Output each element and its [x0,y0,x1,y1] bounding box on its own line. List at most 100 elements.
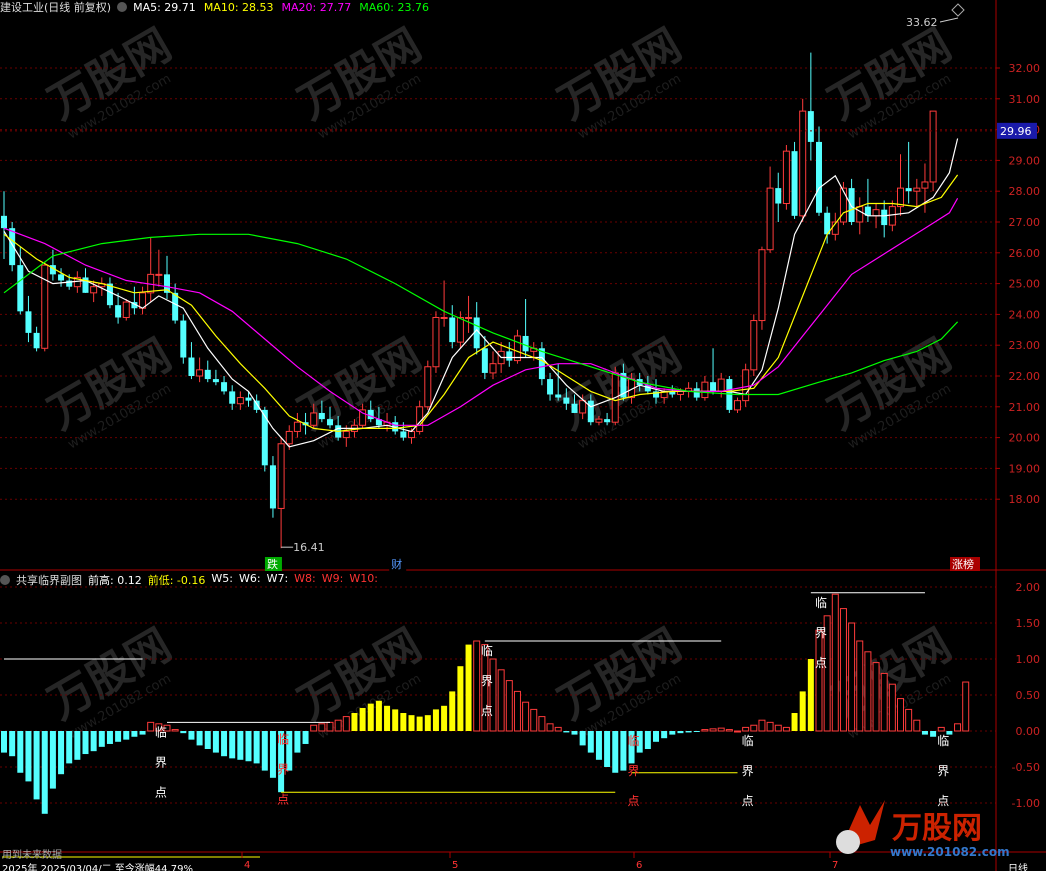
watermark-8: 万股网www.201082.com [40,619,180,742]
indicator-bar [310,724,318,732]
candle-body [506,351,513,361]
sub-indicator-5: W8: [294,572,316,585]
indicator-bar [171,729,179,732]
indicator-bar [661,731,668,739]
candle-body [277,443,285,509]
candle [473,302,480,355]
candle-body [872,209,880,217]
indicator-bar [261,731,268,771]
candle-body [758,249,766,322]
candle [1,191,7,259]
price-tick-label: 31.00 [1009,93,1041,106]
candle [897,154,904,216]
indicator-bar [489,658,497,732]
indicator-bar [188,731,195,740]
indicator-bar [180,731,187,734]
candle-body [791,151,798,216]
candle-body [221,382,228,392]
indicator-bar [432,709,439,731]
candle [33,326,40,352]
indicator-bar [799,691,806,731]
period-label[interactable]: 日线 [1008,860,1028,871]
candle [513,329,521,364]
indicator-bar [212,731,219,753]
candle [432,311,440,373]
event-marker: 涨榜 [952,557,974,571]
candle-body [33,332,40,349]
indicator-bar [41,731,48,814]
indicator-title[interactable]: 共享临界副图 [16,572,82,588]
candle [506,342,513,367]
indicator-bar [375,700,382,731]
candle [489,351,497,380]
candle-body [245,397,252,401]
candle-body [742,369,750,402]
indicator-bar [538,716,546,732]
price-tick-label: 18.00 [1009,493,1041,506]
indicator-bar [318,723,326,732]
sub-indicator-7: W10: [349,572,378,585]
low-price-label: 16.41 [293,541,325,554]
candle [25,295,32,343]
chart-canvas[interactable]: 万股网www.201082.com 万股网www.201082.com 万股网www… [0,0,1046,871]
sub-indicator-3: W6: [238,572,261,585]
candle [807,52,814,161]
candle [538,342,545,386]
candle-body [816,141,822,213]
indicator-tick-label: 0.00 [1016,725,1041,738]
indicator-bar [367,703,374,731]
indicator-bar [595,731,602,760]
candle-body [522,335,529,352]
indicator-tick-label: -1.00 [1012,797,1040,810]
month-label: 6 [636,860,642,871]
candle-body [180,320,187,358]
indicator-bar [237,731,244,760]
indicator-bar [441,705,448,731]
indicator-bar [123,731,130,740]
candle-body [571,403,578,413]
diamond-icon [951,3,965,17]
indicator-bar [954,723,962,732]
candle [424,360,432,410]
candle-body [856,206,864,223]
settings-icon[interactable] [0,575,10,585]
candle-body [456,316,464,343]
candle [122,299,130,321]
month-label: 7 [832,860,838,871]
candle-body [25,311,32,333]
candle-body [587,400,594,423]
indicator-bar [457,666,464,731]
critical-point-glyph: 临 [277,733,289,747]
indicator-bar [620,731,627,771]
indicator-bar [9,731,16,757]
indicator-bar [326,721,334,732]
critical-point-glyph: 点 [742,794,754,808]
stock-title[interactable]: 建设工业(日线 前复权) [0,0,111,15]
indicator-bar [392,709,399,731]
candle-body [782,150,790,205]
candle [856,197,864,235]
candle [164,255,170,299]
candle-body [881,209,888,226]
ma-indicator-3: MA60: 23.76 [359,0,429,14]
indicator-bar [245,731,252,762]
candle-body [693,388,700,398]
indicator-bar [513,690,521,732]
event-marker: 财 [391,557,402,571]
candle-body [261,409,268,466]
candle-body [204,369,211,380]
candle-body [310,412,318,426]
indicator-bar [82,731,89,755]
indicator-bar [563,731,570,733]
indicator-bar [571,731,578,735]
event-marker: 跌 [267,557,278,571]
candle [416,400,424,435]
price-axis: 18.00 19.00 20.00 21.00 22.00 23.00 24.00 25.00… [0,0,1046,871]
settings-icon[interactable] [117,2,128,12]
indicator-bar [685,731,692,733]
candle [293,412,301,438]
price-tick-label: 19.00 [1009,462,1041,475]
candle-body [188,357,195,376]
candle-body [196,369,204,377]
indicator-bar [497,669,505,732]
